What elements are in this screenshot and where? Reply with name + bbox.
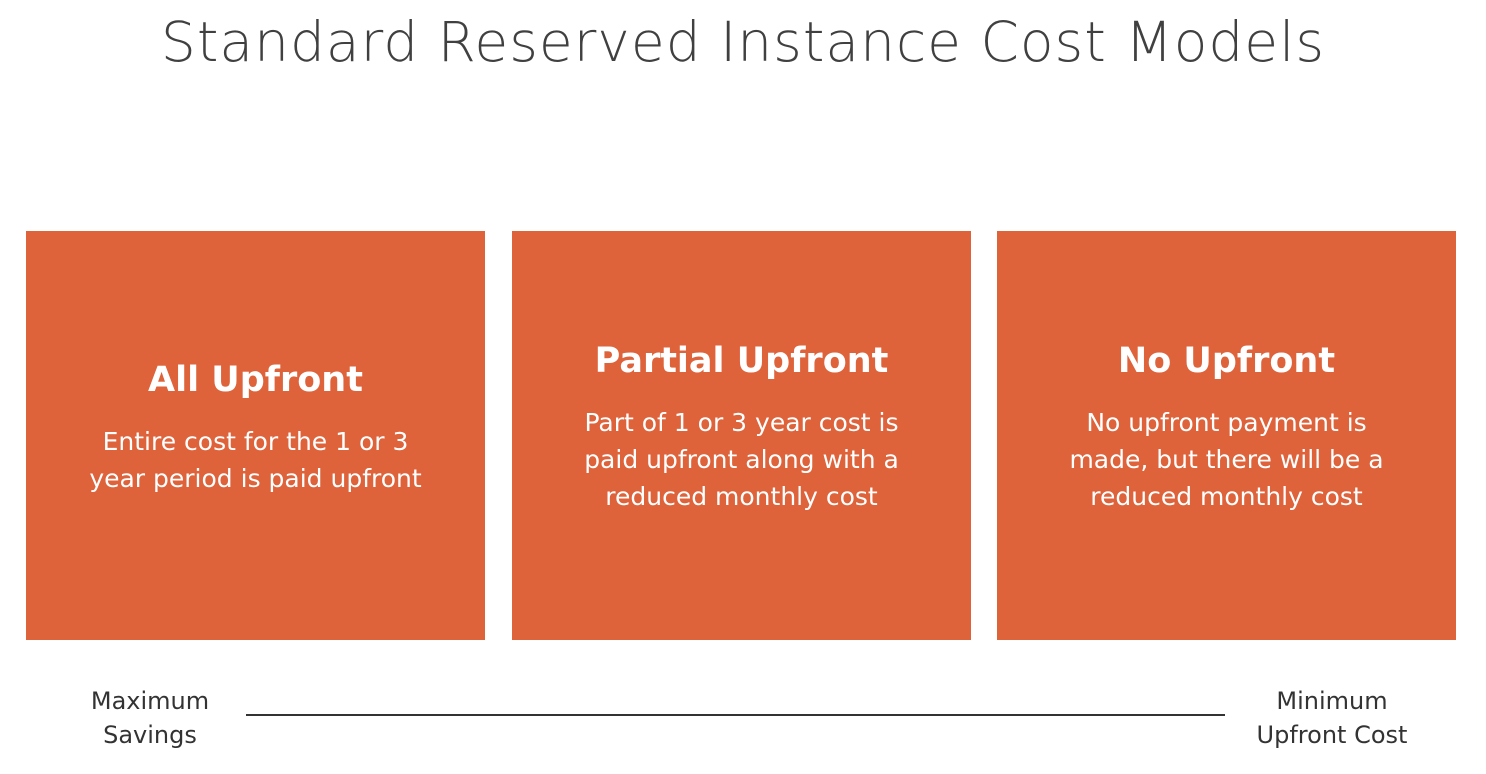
card-description-line: made, but there will be a [1069,445,1384,474]
card-description-line: Part of 1 or 3 year cost is [584,408,899,437]
card-title: Partial Upfront [594,341,889,381]
card-description: No upfront payment is made, but there wi… [1015,404,1438,515]
card-description-line: Entire cost for the 1 or 3 [102,427,409,456]
scale-label-line: Upfront Cost [1256,721,1408,749]
card-description-line: reduced monthly cost [605,482,878,511]
card-description-line: No upfront payment is [1086,408,1367,437]
card-all-upfront: All Upfront Entire cost for the 1 or 3 y… [26,231,485,640]
card-description: Entire cost for the 1 or 3 year period i… [44,423,467,497]
card-title: No Upfront [1117,341,1336,381]
scale-label-minimum-upfront-cost: Minimum Upfront Cost [1232,684,1432,752]
card-partial-upfront: Partial Upfront Part of 1 or 3 year cost… [512,231,971,640]
scale-label-maximum-savings: Maximum Savings [70,684,230,752]
card-description-line: paid upfront along with a [584,445,899,474]
card-title: All Upfront [148,360,363,400]
card-no-upfront: No Upfront No upfront payment is made, b… [997,231,1456,640]
card-description-line: year period is paid upfront [89,464,422,493]
scale-line [246,714,1225,716]
slide-title: Standard Reserved Instance Cost Models [160,10,1326,74]
scale-label-line: Minimum [1276,687,1388,715]
scale-label-line: Maximum [90,687,210,715]
card-description-line: reduced monthly cost [1090,482,1363,511]
card-description: Part of 1 or 3 year cost is paid upfront… [530,404,953,515]
scale-label-line: Savings [103,721,197,749]
